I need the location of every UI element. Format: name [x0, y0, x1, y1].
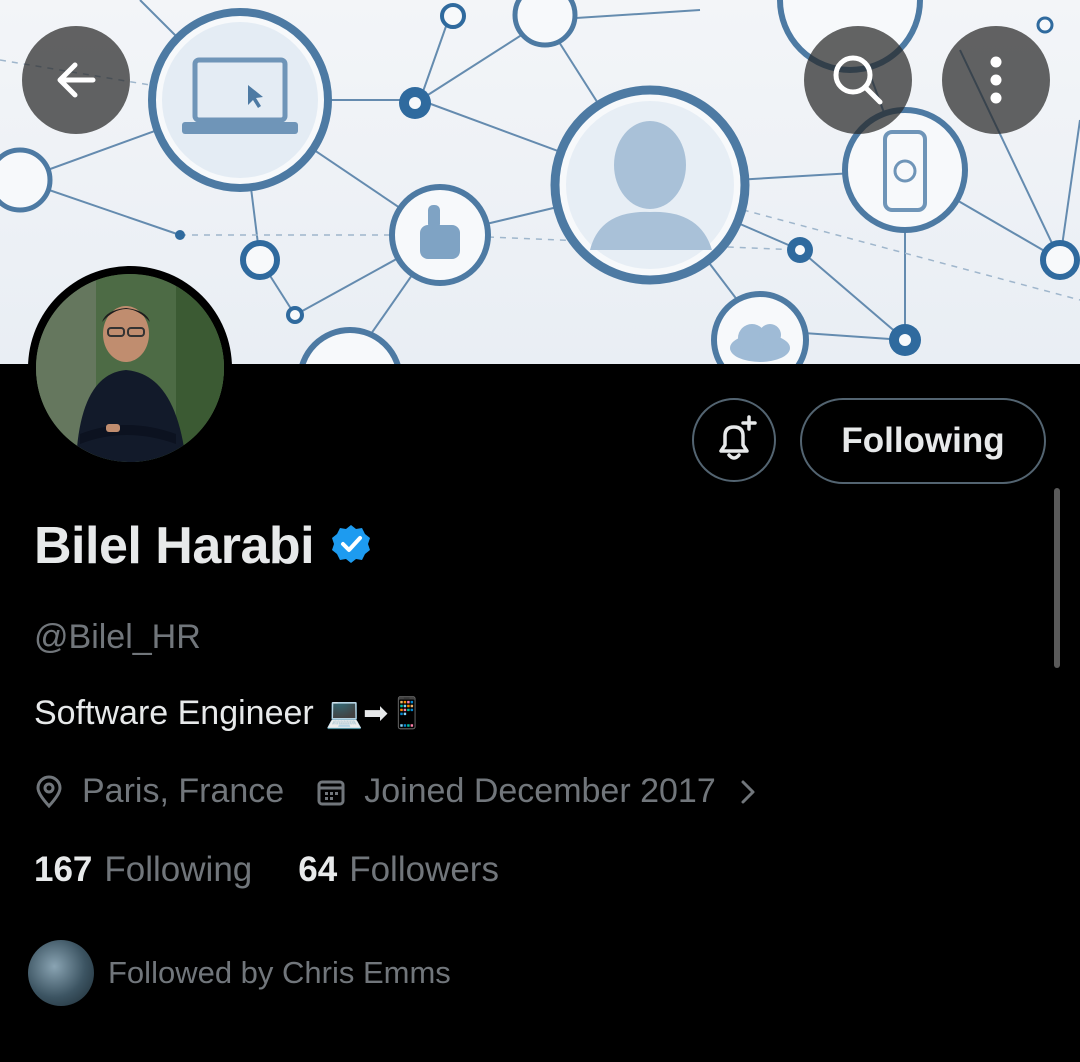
- chevron-right-icon: [738, 777, 758, 807]
- more-vertical-icon: [990, 56, 1002, 104]
- display-name: Bilel Harabi: [34, 517, 315, 575]
- followers-label: Followers: [349, 850, 499, 889]
- following-count-link[interactable]: 167 Following: [34, 850, 252, 890]
- bell-plus-icon: [719, 415, 757, 460]
- notifications-button[interactable]: [692, 398, 776, 482]
- more-options-button[interactable]: [942, 26, 1050, 134]
- joined-text: Joined December 2017: [364, 772, 716, 810]
- following-count: 167: [34, 850, 93, 889]
- arrow-left-icon: [57, 62, 96, 98]
- search-button[interactable]: [804, 26, 912, 134]
- follower-avatar: [28, 940, 94, 1006]
- followed-by-row[interactable]: Followed by Chris Emms: [28, 940, 451, 1006]
- profile-avatar[interactable]: [28, 266, 232, 470]
- following-button[interactable]: Following: [800, 398, 1046, 484]
- followers-count-link[interactable]: 64 Followers: [298, 850, 499, 890]
- name-row: Bilel Harabi: [34, 516, 372, 576]
- bio-emoji: 💻➡📱: [325, 697, 426, 730]
- location-text: Paris, France: [82, 772, 285, 810]
- location-item: Paris, France: [34, 772, 284, 811]
- joined-item[interactable]: Joined December 2017: [316, 772, 758, 811]
- bio-text: Software Engineer: [34, 694, 314, 732]
- following-label: Following: [104, 850, 253, 889]
- bio: Software Engineer 💻➡📱: [34, 694, 426, 733]
- follow-stats: 167 Following 64 Followers: [34, 850, 499, 890]
- back-button[interactable]: [22, 26, 130, 134]
- followers-count: 64: [298, 850, 338, 889]
- profile-meta: Paris, France Joined December 2017: [34, 772, 758, 811]
- verified-badge-icon[interactable]: [330, 523, 372, 570]
- followed-by-text: Followed by Chris Emms: [108, 955, 451, 990]
- user-handle: @Bilel_HR: [34, 618, 201, 656]
- location-pin-icon: [34, 775, 64, 809]
- search-icon: [833, 55, 883, 105]
- avatar-photo: [36, 274, 224, 462]
- scrollbar[interactable]: [1054, 488, 1060, 668]
- calendar-icon: [316, 777, 346, 807]
